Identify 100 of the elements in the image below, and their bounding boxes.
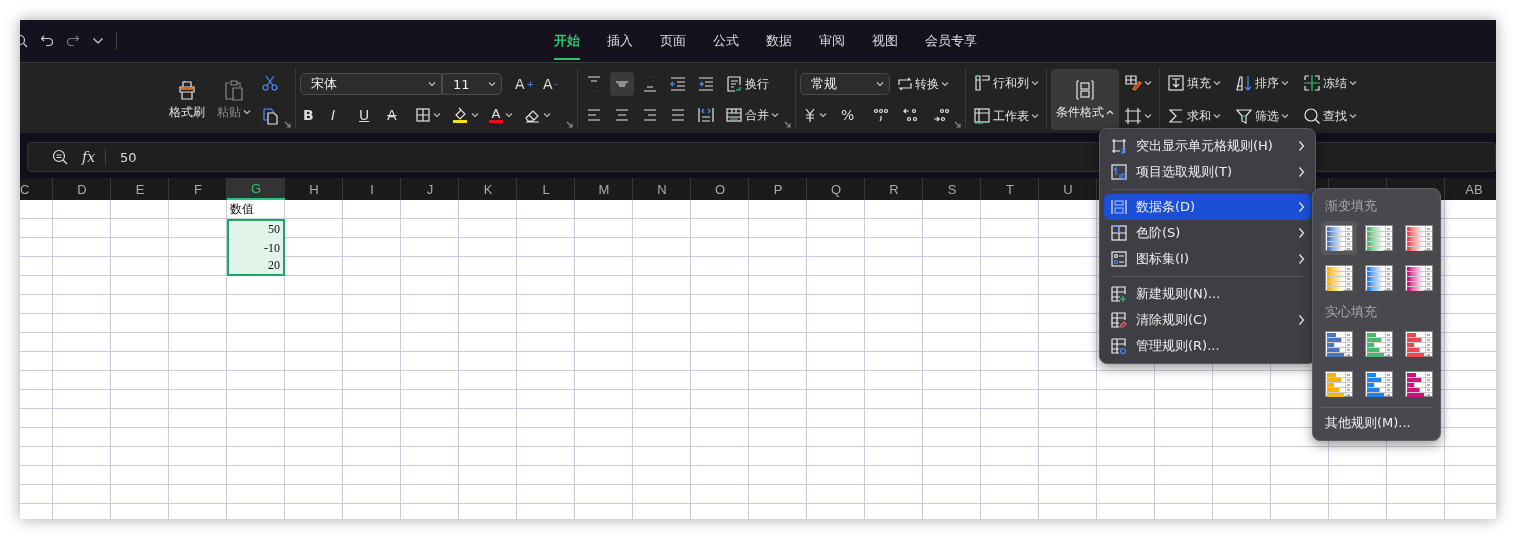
ribbon-tab[interactable]: 会员专享 [925, 22, 977, 60]
menu-item[interactable]: 新建规则(N)... [1104, 281, 1311, 307]
thousands-separator-icon [873, 107, 889, 123]
italic-button[interactable]: I [328, 103, 352, 127]
decrease-indent-icon [669, 75, 687, 93]
chevron-right-icon [1298, 140, 1305, 152]
section-heading: 实心填充 [1324, 303, 1378, 321]
chevron-down-icon [1031, 80, 1039, 86]
formula-input[interactable]: 50 [120, 149, 137, 165]
ribbon-tab[interactable]: 审阅 [819, 22, 845, 60]
rows-and-columns-button[interactable]: 行和列 [970, 71, 1042, 95]
paint-brush-icon [176, 78, 198, 101]
menu-item[interactable]: 突出显示单元格规则(H) [1104, 133, 1311, 159]
funnel-icon [1235, 107, 1253, 125]
copy-icon [261, 107, 279, 125]
column-header[interactable]: P [749, 178, 807, 200]
menu-item[interactable]: 清除规则(C) [1104, 307, 1311, 333]
align-left-icon [585, 106, 603, 124]
column-header[interactable]: J [401, 178, 459, 200]
column-header[interactable]: E [111, 178, 169, 200]
ribbon-tab[interactable]: 插入 [607, 22, 633, 60]
column-header[interactable]: O [691, 178, 749, 200]
strikethrough-button[interactable]: A [384, 103, 408, 127]
chevron-down-icon [433, 112, 441, 118]
ribbon-tab[interactable]: 公式 [713, 22, 739, 60]
menu-item[interactable]: 数据条(D) [1104, 194, 1311, 220]
column-header[interactable]: U [1039, 178, 1097, 200]
column-header[interactable]: C [20, 178, 53, 200]
font-field[interactable]: 宋体 [300, 73, 442, 95]
menu-item[interactable]: 图标集(I) [1104, 246, 1311, 272]
ribbon-tab[interactable]: 数据 [766, 22, 792, 60]
convert-button[interactable]: 转换 [894, 72, 952, 96]
column-header[interactable]: K [459, 178, 517, 200]
chevron-down-icon [488, 81, 496, 87]
data-bar-style-option[interactable] [1321, 221, 1357, 255]
worksheet-button[interactable]: 工作表 [970, 104, 1042, 128]
chevron-down-icon [92, 37, 104, 45]
column-header[interactable]: F [169, 178, 227, 200]
merge-icon [725, 106, 743, 124]
percent-button[interactable]: % [838, 103, 862, 127]
underline-button[interactable]: U [356, 103, 380, 127]
column-header[interactable]: M [575, 178, 633, 200]
chevron-down-icon [1349, 80, 1357, 86]
decrease-decimal-icon [903, 107, 919, 123]
ribbon-tab[interactable]: 开始 [554, 22, 580, 60]
chevron-down-icon [1031, 113, 1039, 119]
bold-button[interactable]: B [300, 103, 324, 127]
format-painter-button[interactable]: 格式刷 [164, 69, 210, 130]
color-scale-icon [1110, 224, 1128, 242]
chevron-down-icon [1144, 80, 1152, 86]
menu-item[interactable]: 其他规则(M)... [1321, 407, 1432, 434]
font-size-field[interactable]: 11 [442, 73, 502, 95]
sort-button[interactable]: 排序 [1232, 71, 1292, 95]
find-button[interactable]: 查找 [1300, 104, 1360, 128]
chevron-down-icon [243, 109, 251, 115]
icon-set-icon [1110, 250, 1128, 268]
clear-rules-icon [1110, 311, 1128, 329]
chevron-right-icon [1298, 253, 1305, 265]
chevron-down-icon [876, 81, 884, 87]
menu-item[interactable]: 项目选取规则(T) [1104, 159, 1311, 185]
new-rule-icon [1110, 285, 1128, 303]
alignment-button[interactable] [610, 72, 634, 96]
column-header[interactable]: S [923, 178, 981, 200]
column-header[interactable]: D [53, 178, 111, 200]
rows-columns-icon [973, 74, 991, 92]
conditional-formatting-button[interactable]: 条件格式 [1051, 69, 1119, 130]
table-cell-text: 数值 [229, 201, 255, 218]
freeze-button[interactable]: 冻结 [1300, 71, 1360, 95]
menu-item[interactable]: 管理规则(R)... [1104, 333, 1311, 359]
column-header[interactable]: Q [807, 178, 865, 200]
chevron-down-icon [543, 112, 551, 118]
chevron-down-icon [1281, 113, 1289, 119]
column-header[interactable]: N [633, 178, 691, 200]
increase-font-button[interactable]: A$^{+}$ [512, 72, 536, 96]
font-color-button[interactable]: A [486, 103, 516, 127]
column-header[interactable]: AB [1445, 178, 1496, 200]
menu-item[interactable]: 色阶(S) [1104, 220, 1311, 246]
merge-button[interactable]: 合并 [722, 103, 782, 127]
column-header[interactable]: T [981, 178, 1039, 200]
function-button[interactable]: fx [82, 149, 96, 165]
column-header[interactable]: H [285, 178, 343, 200]
column-header[interactable]: L [517, 178, 575, 200]
align-top-icon [585, 75, 603, 93]
scissors-icon [261, 74, 279, 92]
dialog-launcher-icon [284, 121, 291, 128]
column-header[interactable]: R [865, 178, 923, 200]
fill-button[interactable]: 填充 [1164, 71, 1224, 95]
ribbon-tab[interactable]: 页面 [660, 22, 686, 60]
column-header[interactable]: I [343, 178, 401, 200]
sum-button[interactable]: 求和 [1164, 104, 1224, 128]
wrap-text-button[interactable]: 换行 [722, 72, 772, 96]
wrap-text-icon [725, 75, 743, 93]
column-header[interactable]: G [227, 178, 285, 200]
frame-icon [1124, 107, 1142, 125]
number-format-field[interactable]: 常规 [800, 73, 890, 95]
filter-button[interactable]: 筛选 [1232, 104, 1292, 128]
ribbon-tab[interactable]: 视图 [872, 22, 898, 60]
chevron-down-icon [771, 112, 779, 118]
freeze-panes-icon [1303, 74, 1321, 92]
decrease-font-button[interactable]: A$^{-}$ [540, 72, 564, 96]
